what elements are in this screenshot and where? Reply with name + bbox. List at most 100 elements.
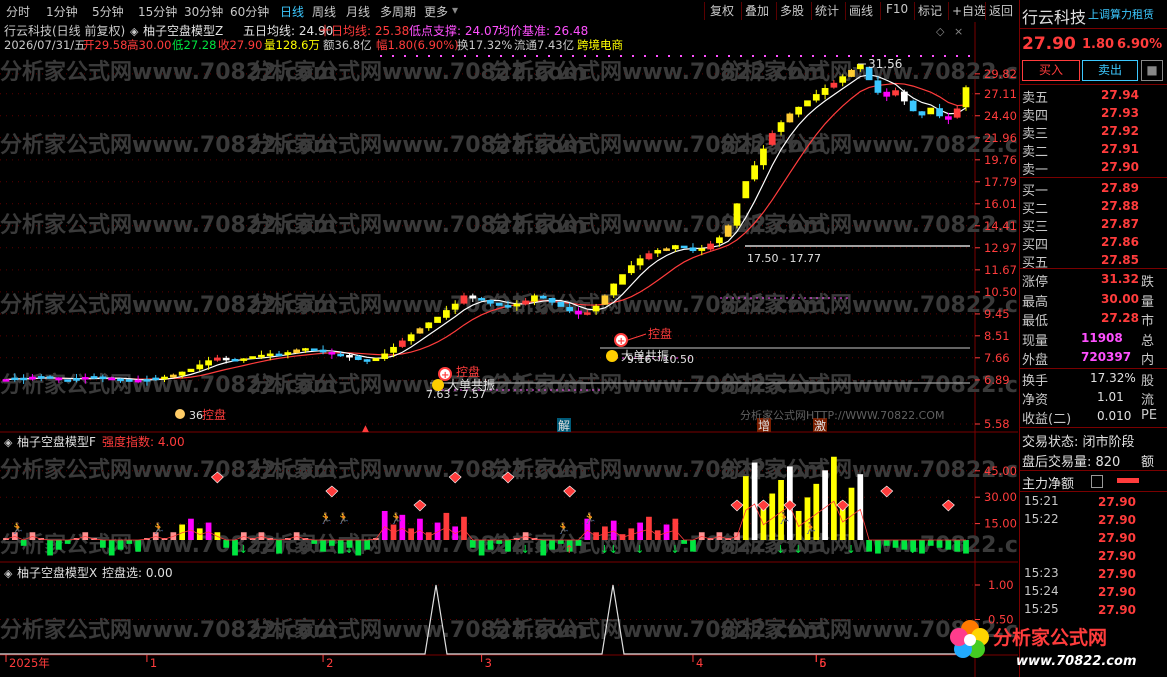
candle [169, 374, 177, 378]
sub1-indicator-name[interactable]: 柚子空盘模型F [17, 434, 96, 449]
info-turnover: 换17.32% [457, 38, 512, 52]
strength-bar [575, 540, 582, 546]
strength-bar [311, 540, 318, 544]
candle [460, 295, 468, 304]
low-label: 36 [189, 409, 203, 422]
candle [434, 316, 441, 323]
tool-back[interactable]: 返回 [989, 2, 1013, 19]
period-60min[interactable]: 60分钟 [230, 3, 269, 20]
stat-value: 11908 [1081, 330, 1123, 345]
info-float: 流通7.43亿 [514, 38, 574, 52]
strength-bar [443, 512, 450, 540]
time-tick: 6 [819, 656, 826, 670]
candle [354, 356, 362, 360]
period-weekly[interactable]: 周线 [312, 3, 336, 20]
candle [953, 108, 961, 118]
ask-row-label: 卖四 [1022, 109, 1049, 124]
period-1min[interactable]: 1分钟 [46, 3, 78, 20]
candle [222, 357, 230, 361]
bid-row-label: 买三 [1022, 220, 1049, 235]
tool-multi-stock[interactable]: 多股 [780, 2, 804, 19]
sub1-toggle-icon[interactable]: ◈ [4, 436, 13, 449]
after-hours-tail: 额 [1141, 455, 1155, 470]
tool-fuquan[interactable]: 复权 [710, 2, 734, 19]
tool-draw[interactable]: 画线 [849, 2, 873, 19]
candle [266, 353, 274, 357]
candle [240, 358, 248, 361]
bid-row-label: 买一 [1022, 184, 1049, 199]
info-low: 低27.28 [172, 38, 216, 52]
candle [733, 203, 741, 226]
pane-close-icon[interactable]: × [954, 25, 963, 38]
after-hours-volume: 盘后交易量: 820 [1022, 455, 1121, 470]
sub1-strength-label: 强度指数: 4.00 [102, 434, 185, 449]
strength-bar [205, 522, 212, 540]
news-marquee[interactable]: 上调算力租赁 [1088, 6, 1164, 22]
stat-value: 31.32 [1101, 272, 1139, 286]
candle [37, 376, 45, 379]
period-more[interactable]: 更多 [424, 3, 448, 20]
diamond-icon[interactable]: ◇ [936, 25, 945, 38]
tool-add-favorite[interactable]: +自选 [952, 2, 986, 19]
strength-bar [461, 516, 467, 540]
candle [777, 122, 785, 132]
stat-label: 涨停 [1022, 275, 1049, 290]
tool-mark[interactable]: 标记 [918, 2, 942, 19]
stat2-tail: PE [1141, 408, 1158, 423]
candle [134, 379, 142, 383]
strength-bar [329, 540, 335, 546]
period-monthly[interactable]: 月线 [346, 3, 370, 20]
candle [64, 379, 72, 382]
down-arrow-icon: ↓ [670, 543, 679, 556]
period-5min[interactable]: 5分钟 [92, 3, 124, 20]
chevron-down-icon[interactable]: ▾ [452, 3, 458, 17]
strength-bar [875, 540, 881, 554]
indicator-toggle-icon[interactable]: ◈ [130, 25, 139, 38]
watermark-text: 分析家公式网www.70822.com [720, 292, 1018, 318]
period-fenshi[interactable]: 分时 [6, 3, 30, 20]
period-30min[interactable]: 30分钟 [184, 3, 223, 20]
candle [416, 328, 424, 334]
range-label-1: 17.50 - 17.77 [747, 252, 821, 265]
strength-bar [963, 540, 969, 554]
period-multi[interactable]: 多周期 [380, 3, 416, 20]
list-icon[interactable] [1091, 475, 1103, 488]
period-daily[interactable]: 日线 [280, 3, 304, 20]
candle [2, 379, 10, 382]
kongpan-label-1: 控盘 [648, 326, 672, 341]
price-change-pct: 6.90% [1117, 37, 1163, 52]
sell-button[interactable]: 卖出 [1082, 60, 1138, 81]
candle [328, 352, 336, 355]
candle [883, 91, 891, 97]
ask-row-label: 卖三 [1022, 127, 1049, 142]
candle [892, 90, 899, 96]
stat-tail: 跌 [1141, 275, 1155, 290]
stat2-value: 1.01 [1097, 390, 1124, 404]
candle [346, 355, 353, 358]
buy-button[interactable]: 买入 [1022, 60, 1080, 81]
strength-bar [64, 540, 71, 544]
big-order-marker-1: 大单共振 [606, 349, 669, 363]
down-arrow-icon: ↓ [344, 543, 353, 556]
candle [152, 377, 160, 381]
chart-area[interactable]: 行云科技(日线 前复权) ◈ 柚子空盘模型Z 五日均线: 24.90 十日均线:… [0, 22, 1018, 677]
kongpan-label-2: 控盘 [456, 364, 480, 379]
sub2-indicator-name[interactable]: 柚子空盘模型X [17, 565, 97, 580]
candle [531, 295, 538, 302]
candle [231, 358, 239, 362]
candle [29, 376, 36, 380]
tool-f10[interactable]: F10 [886, 2, 908, 16]
down-arrow-icon: ↓ [45, 543, 54, 556]
tool-overlay[interactable]: 叠加 [745, 2, 769, 19]
candle [469, 295, 477, 299]
strength-bar [558, 540, 564, 544]
candle [451, 303, 459, 310]
stat-tail: 内 [1141, 353, 1155, 368]
main-indicator-name[interactable]: 柚子空盘模型Z [143, 23, 223, 38]
price-tick: 7.66 [984, 351, 1010, 365]
tool-stats[interactable]: 统计 [815, 2, 839, 19]
sub2-toggle-icon[interactable]: ◈ [4, 567, 13, 580]
more-menu-icon[interactable]: ■ [1141, 60, 1163, 81]
period-15min[interactable]: 15分钟 [138, 3, 177, 20]
sub2-tick: 1.00 [988, 578, 1014, 592]
